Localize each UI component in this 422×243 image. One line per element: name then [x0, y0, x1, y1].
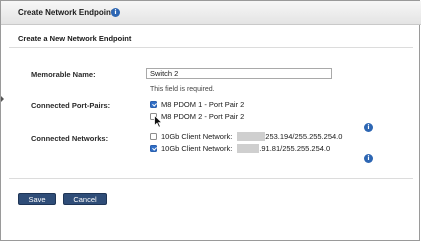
- network-1-checkbox[interactable]: [150, 132, 157, 140]
- port-pair-option[interactable]: M8 PDOM 1 - Port Pair 2: [150, 99, 244, 109]
- network-2-suffix: .91.81/255.255.254.0: [259, 143, 331, 153]
- port-pair-1-label: M8 PDOM 1 - Port Pair 2: [161, 99, 245, 109]
- divider: [9, 47, 413, 48]
- network-2-checkbox[interactable]: [150, 144, 157, 152]
- networks-info-icon[interactable]: i: [364, 154, 373, 163]
- section-title: Create a New Network Endpoint: [18, 34, 132, 43]
- redacted-address: [237, 131, 266, 141]
- dialog-titlebar: Create Network Endpoint i: [1, 1, 421, 25]
- port-pair-option[interactable]: M8 PDOM 2 - Port Pair 2: [150, 111, 244, 121]
- edge-handle: [1, 96, 4, 102]
- port-pairs-info-icon[interactable]: i: [364, 123, 373, 132]
- network-option[interactable]: 10Gb Client Network: 253.194/255.255.254…: [150, 131, 342, 141]
- save-button[interactable]: Save: [18, 193, 56, 205]
- title-info-icon[interactable]: i: [111, 8, 120, 17]
- redacted-address: [237, 143, 260, 153]
- memorable-name-help: This field is required.: [150, 86, 215, 93]
- port-pairs-label: Connected Port-Pairs:: [31, 101, 111, 110]
- network-2-prefix: 10Gb Client Network:: [161, 143, 233, 153]
- memorable-name-label: Memorable Name:: [31, 70, 96, 79]
- network-1-suffix: 253.194/255.255.254.0: [265, 131, 343, 141]
- network-option[interactable]: 10Gb Client Network: .91.81/255.255.254.…: [150, 143, 330, 153]
- cancel-button[interactable]: Cancel: [63, 193, 107, 205]
- port-pair-2-label: M8 PDOM 2 - Port Pair 2: [161, 111, 245, 121]
- dialog-title: Create Network Endpoint: [18, 8, 114, 17]
- memorable-name-input[interactable]: [146, 68, 332, 79]
- dialog-window: Create Network Endpoint i Create a New N…: [0, 0, 421, 241]
- network-1-prefix: 10Gb Client Network:: [161, 131, 233, 141]
- mouse-pointer-icon: [154, 115, 163, 128]
- divider: [9, 178, 413, 179]
- port-pair-1-checkbox[interactable]: [150, 100, 157, 108]
- networks-label: Connected Networks:: [31, 134, 109, 143]
